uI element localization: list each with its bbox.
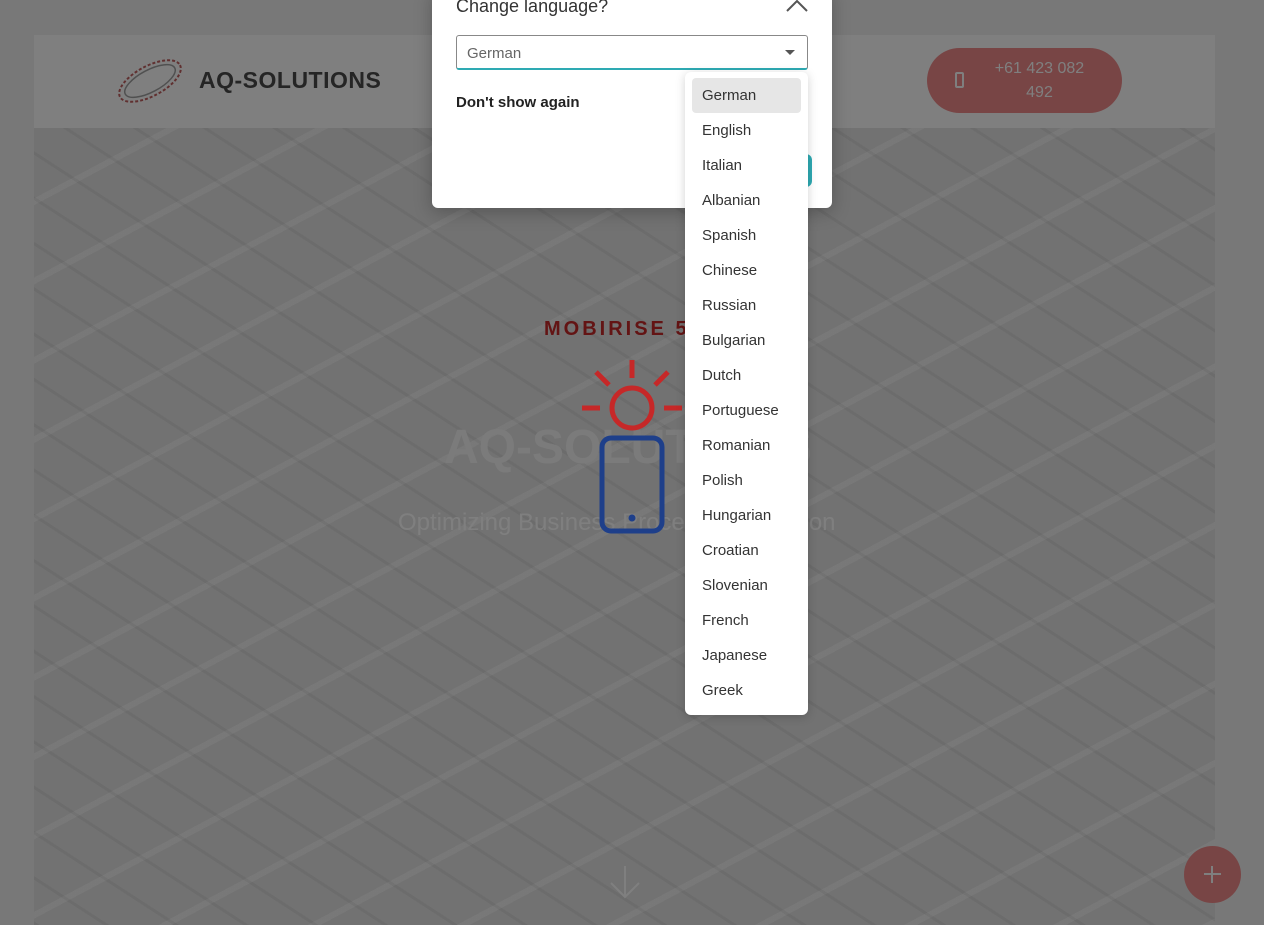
language-option-list: German English Italian Albanian Spanish Chine… [685,72,808,714]
language-option[interactable]: Bulgarian [692,323,801,358]
language-option[interactable]: Slovenian [692,568,801,603]
language-option[interactable]: Chinese [692,253,801,288]
chevron-up-icon[interactable] [784,0,810,14]
language-option[interactable]: Portuguese [692,393,801,428]
language-select-value: German [467,45,522,62]
language-option[interactable]: French [692,603,801,638]
language-option[interactable]: Romanian [692,428,801,463]
language-option[interactable]: Croatian [692,533,801,568]
language-option[interactable]: Polish [692,463,801,498]
language-option[interactable]: Greek [692,673,801,708]
language-option[interactable]: Russian [692,288,801,323]
language-select[interactable]: German [456,35,808,70]
language-option[interactable]: Japanese [692,638,801,673]
language-option[interactable]: Spanish [692,218,801,253]
language-option[interactable]: Hungarian [692,498,801,533]
dont-show-again-toggle[interactable]: Don't show again [456,94,580,111]
loading-icon [582,360,682,534]
language-option[interactable]: English [692,113,801,148]
language-option[interactable]: German [692,78,801,113]
language-option[interactable]: Albanian [692,183,801,218]
modal-title: Change language? [456,0,609,16]
language-dropdown: German English Italian Albanian Spanish Chine… [685,72,808,715]
caret-down-icon [785,50,795,55]
language-option[interactable]: Dutch [692,358,801,393]
language-option[interactable]: Italian [692,148,801,183]
